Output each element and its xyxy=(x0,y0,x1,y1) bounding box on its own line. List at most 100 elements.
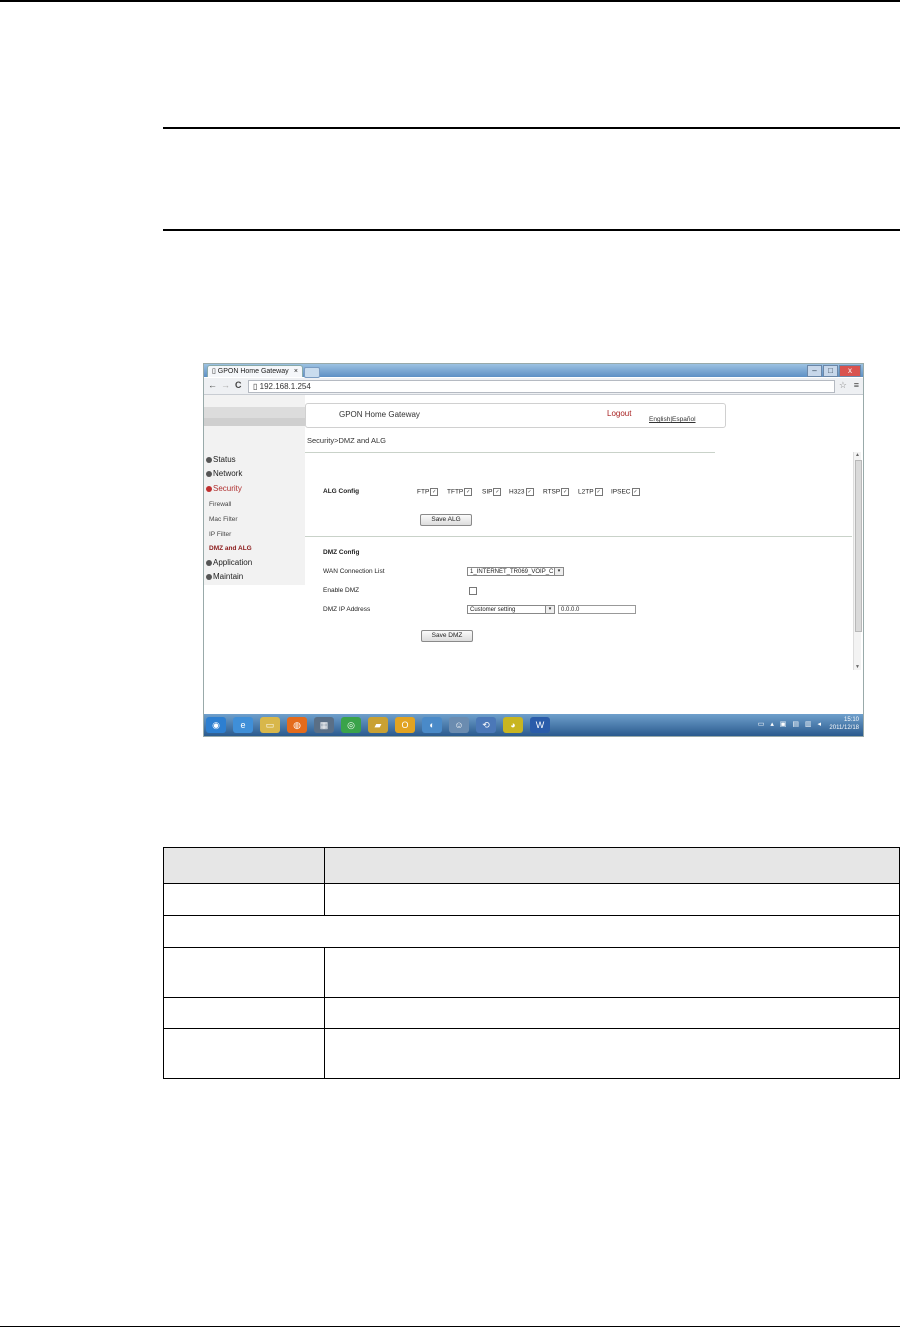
sidebar-item-label: Application xyxy=(213,558,253,567)
table-cell xyxy=(163,997,325,1029)
save-dmz-button[interactable]: Save DMZ xyxy=(421,630,473,642)
checkbox[interactable]: ✓ xyxy=(430,488,439,496)
table-row xyxy=(163,915,900,948)
table-cell xyxy=(163,915,900,948)
checkbox[interactable]: ✓ xyxy=(631,488,640,496)
new-tab-button[interactable] xyxy=(304,367,320,378)
close-window-button[interactable]: x xyxy=(839,365,861,377)
sidebar-sub-mac-filter[interactable]: Mac Filter xyxy=(209,516,238,523)
logout-link[interactable]: Logout xyxy=(607,409,631,418)
scroll-up-icon[interactable]: ▲ xyxy=(855,452,860,458)
alg-checkbox-sip[interactable]: SIP ✓ xyxy=(482,488,502,496)
sidebar-item-status[interactable]: Status xyxy=(206,455,236,464)
alg-checkbox-h323[interactable]: H323 ✓ xyxy=(509,488,534,496)
ie-icon[interactable]: e xyxy=(233,717,253,733)
dmz-ip-label: DMZ IP Address xyxy=(323,606,371,613)
checkbox[interactable]: ✓ xyxy=(561,488,570,496)
window-controls: – □ x xyxy=(807,365,861,377)
wan-connection-label: WAN Connection List xyxy=(323,568,385,575)
table-header-cell xyxy=(163,847,325,884)
dmz-ip-mode-select[interactable]: Customer setting ▾ xyxy=(467,605,555,614)
sidebar-item-security[interactable]: Security xyxy=(206,484,242,493)
sync-icon[interactable]: ⟲ xyxy=(476,717,496,733)
start-orb-icon[interactable]: ◉ xyxy=(206,717,226,733)
checkbox[interactable]: ✓ xyxy=(464,488,473,496)
yellow-app-icon[interactable]: ◕ xyxy=(503,717,523,733)
expand-bullet-icon xyxy=(206,456,212,463)
alg-checkbox-ipsec[interactable]: IPSEC ✓ xyxy=(611,488,640,496)
url-text: 192.168.1.254 xyxy=(259,382,311,391)
table-cell xyxy=(163,883,325,916)
sidebar-item-application[interactable]: Application xyxy=(206,558,252,567)
back-icon[interactable]: ← xyxy=(208,380,217,390)
minimize-button[interactable]: – xyxy=(807,365,822,377)
wan-connection-select[interactable]: 1_INTERNET_TR069_VOIP_C ▾ xyxy=(467,567,564,576)
gateway-header: GPON Home Gateway Logout English|Español xyxy=(305,403,726,428)
alg-label: FTP xyxy=(417,488,430,496)
bookmark-star-icon[interactable]: ☆ xyxy=(839,380,847,391)
checkbox[interactable]: ✓ xyxy=(594,488,603,496)
collapse-bullet-icon xyxy=(206,485,212,492)
select-value: 1_INTERNET_TR069_VOIP_C xyxy=(470,569,554,575)
language-links: English|Español xyxy=(649,416,696,423)
tab-title: GPON Home Gateway xyxy=(217,368,289,375)
table-cell xyxy=(324,997,900,1029)
alg-checkbox-tftp[interactable]: TFTP ✓ xyxy=(447,488,473,496)
alg-label: H323 xyxy=(509,488,525,496)
lang-english-link[interactable]: English xyxy=(649,416,670,423)
alg-checkbox-ftp[interactable]: FTP ✓ xyxy=(417,488,439,496)
checkbox[interactable]: ✓ xyxy=(525,488,534,496)
dmz-ip-input[interactable]: 0.0.0.0 xyxy=(558,605,636,614)
sidebar-sub-firewall[interactable]: Firewall xyxy=(209,501,231,508)
user-icon[interactable]: ☺ xyxy=(449,717,469,733)
enable-dmz-checkbox[interactable] xyxy=(469,587,477,595)
sidebar-item-label: Status xyxy=(213,455,236,464)
chrome-icon[interactable]: ◎ xyxy=(341,717,361,733)
alg-checkbox-rtsp[interactable]: RTSP ✓ xyxy=(543,488,570,496)
alg-checkbox-l2tp[interactable]: L2TP ✓ xyxy=(578,488,603,496)
sidebar-item-label: Security xyxy=(213,484,242,493)
chevron-down-icon: ▾ xyxy=(554,568,563,575)
firefox-icon[interactable]: ◍ xyxy=(287,717,307,733)
table-cell xyxy=(324,947,900,998)
sidebar: Status Network Security Firewall Mac Fil… xyxy=(204,395,305,585)
table-cell xyxy=(324,883,900,916)
table-cell xyxy=(324,1028,900,1079)
checkbox[interactable]: ✓ xyxy=(493,488,502,496)
table-row xyxy=(163,997,900,1029)
expand-bullet-icon xyxy=(206,559,212,566)
reload-icon[interactable]: C xyxy=(235,380,242,390)
notebook-icon[interactable]: ▰ xyxy=(368,717,388,733)
forward-icon[interactable]: → xyxy=(221,380,230,390)
calculator-icon[interactable]: ▦ xyxy=(314,717,334,733)
tab-close-icon[interactable]: × xyxy=(294,366,298,378)
sidebar-band xyxy=(204,407,305,418)
clock-date: 2011/12/18 xyxy=(829,725,859,731)
breadcrumb-divider xyxy=(305,452,715,453)
browser-menu-icon[interactable]: ≡ xyxy=(854,380,859,390)
sidebar-sub-ip-filter[interactable]: IP Filter xyxy=(209,531,231,538)
outlook-icon[interactable]: O xyxy=(395,717,415,733)
sidebar-sub-dmz-alg[interactable]: DMZ and ALG xyxy=(209,545,252,552)
system-clock[interactable]: 15:10 2011/12/18 xyxy=(829,716,859,732)
save-alg-button[interactable]: Save ALG xyxy=(420,514,472,526)
sidebar-item-maintain[interactable]: Maintain xyxy=(206,572,243,581)
scroll-down-icon[interactable]: ▼ xyxy=(855,664,860,670)
scrollbar-thumb[interactable] xyxy=(855,460,862,632)
section-divider xyxy=(305,536,852,537)
browser-tab[interactable]: ▯ GPON Home Gateway × xyxy=(207,365,303,377)
alg-label: IPSEC xyxy=(611,488,631,496)
page-icon: ▯ xyxy=(253,382,260,391)
sidebar-band xyxy=(204,418,305,426)
sidebar-item-network[interactable]: Network xyxy=(206,469,242,478)
globe-icon[interactable]: ◐ xyxy=(422,717,442,733)
lang-spanish-link[interactable]: Español xyxy=(672,416,696,423)
table-cell xyxy=(163,1028,325,1079)
explorer-icon[interactable]: ▭ xyxy=(260,717,280,733)
word-icon[interactable]: W xyxy=(530,717,550,733)
address-bar: ← → C ▯ 192.168.1.254 ☆ ≡ xyxy=(204,378,863,395)
maximize-button[interactable]: □ xyxy=(823,365,838,377)
url-input[interactable]: ▯ 192.168.1.254 xyxy=(248,380,835,393)
sidebar-item-label: Maintain xyxy=(213,572,244,581)
vertical-scrollbar[interactable]: ▲ ▼ xyxy=(853,452,862,670)
